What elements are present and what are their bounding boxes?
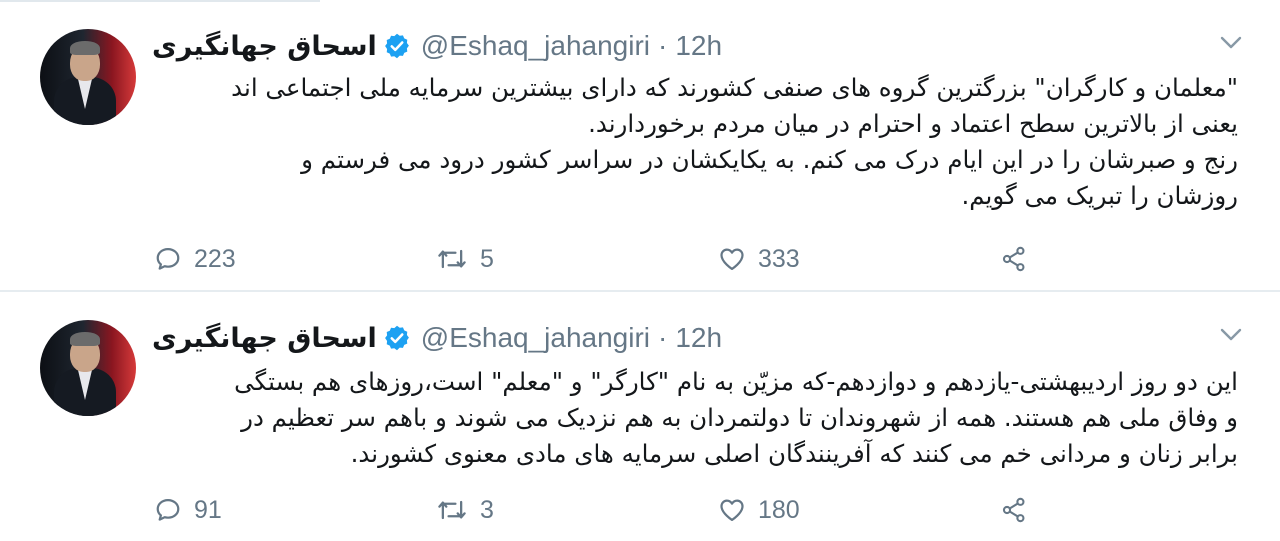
- author-handle[interactable]: @Eshaq_jahangiri: [421, 322, 650, 354]
- tweet-text-line: این دو روز اردیبهشتی-یازدهم و دوازدهم-که…: [234, 367, 1238, 396]
- tweet-time[interactable]: 12h: [675, 322, 722, 354]
- like-button[interactable]: 180: [718, 494, 800, 526]
- verified-badge-icon: [383, 324, 411, 352]
- tweet[interactable]: اسحاق جهانگیری @Eshaq_jahangiri · 12h "م…: [0, 0, 1280, 292]
- author-handle[interactable]: @Eshaq_jahangiri: [421, 30, 650, 62]
- retweet-count: 3: [480, 495, 494, 524]
- share-icon: [1002, 497, 1025, 523]
- reply-button[interactable]: 223: [154, 243, 236, 275]
- reply-icon: [156, 498, 180, 521]
- reply-count: 91: [194, 495, 222, 524]
- retweet-button[interactable]: 3: [436, 494, 494, 526]
- reply-count: 223: [194, 244, 236, 273]
- share-icon: [1002, 246, 1025, 272]
- like-button[interactable]: 333: [718, 243, 800, 275]
- tweet-header: اسحاق جهانگیری @Eshaq_jahangiri · 12h: [152, 318, 722, 358]
- like-count: 333: [758, 244, 800, 273]
- like-icon: [720, 499, 744, 522]
- tweet-text-line: رنج و صبرشان را در این ایام درک می کنم. …: [301, 145, 1238, 174]
- tweet-text-line: روزشان را تبریک می گویم.: [961, 181, 1238, 210]
- avatar[interactable]: [40, 29, 136, 125]
- tweet-text-line: یعنی از بالاترین سطح اعتماد و احترام در …: [588, 109, 1238, 138]
- reply-icon: [156, 247, 180, 270]
- share-button[interactable]: [1000, 243, 1028, 275]
- like-icon: [720, 248, 744, 271]
- separator-dot: ·: [658, 30, 668, 61]
- like-count: 180: [758, 495, 800, 524]
- author-name[interactable]: اسحاق جهانگیری: [152, 31, 377, 62]
- share-button[interactable]: [1000, 494, 1028, 526]
- chevron-down-icon[interactable]: [1220, 328, 1242, 342]
- tweet-text: این دو روز اردیبهشتی-یازدهم و دوازدهم-که…: [148, 364, 1238, 472]
- retweet-button[interactable]: 5: [436, 243, 494, 275]
- retweet-icon: [438, 500, 466, 520]
- tweet-text-line: برابر زنان و مردانی خم می کنند که آفرینن…: [350, 439, 1238, 468]
- avatar[interactable]: [40, 320, 136, 416]
- separator-dot: ·: [658, 322, 668, 353]
- chevron-down-icon[interactable]: [1220, 36, 1242, 50]
- reply-button[interactable]: 91: [154, 494, 222, 526]
- tweet-time[interactable]: 12h: [675, 30, 722, 62]
- verified-badge-icon: [383, 32, 411, 60]
- tweet[interactable]: اسحاق جهانگیری @Eshaq_jahangiri · 12h ای…: [0, 292, 1280, 541]
- tweet-text: "معلمان و کارگران" بزرگترین گروه های صنف…: [148, 70, 1238, 214]
- author-name[interactable]: اسحاق جهانگیری: [152, 323, 377, 354]
- tweet-text-line: "معلمان و کارگران" بزرگترین گروه های صنف…: [231, 73, 1238, 102]
- retweet-icon: [438, 249, 466, 269]
- retweet-count: 5: [480, 244, 494, 273]
- tweet-header: اسحاق جهانگیری @Eshaq_jahangiri · 12h: [152, 26, 722, 66]
- tweet-text-line: و وفاق ملی هم هستند. همه از شهروندان تا …: [241, 403, 1238, 432]
